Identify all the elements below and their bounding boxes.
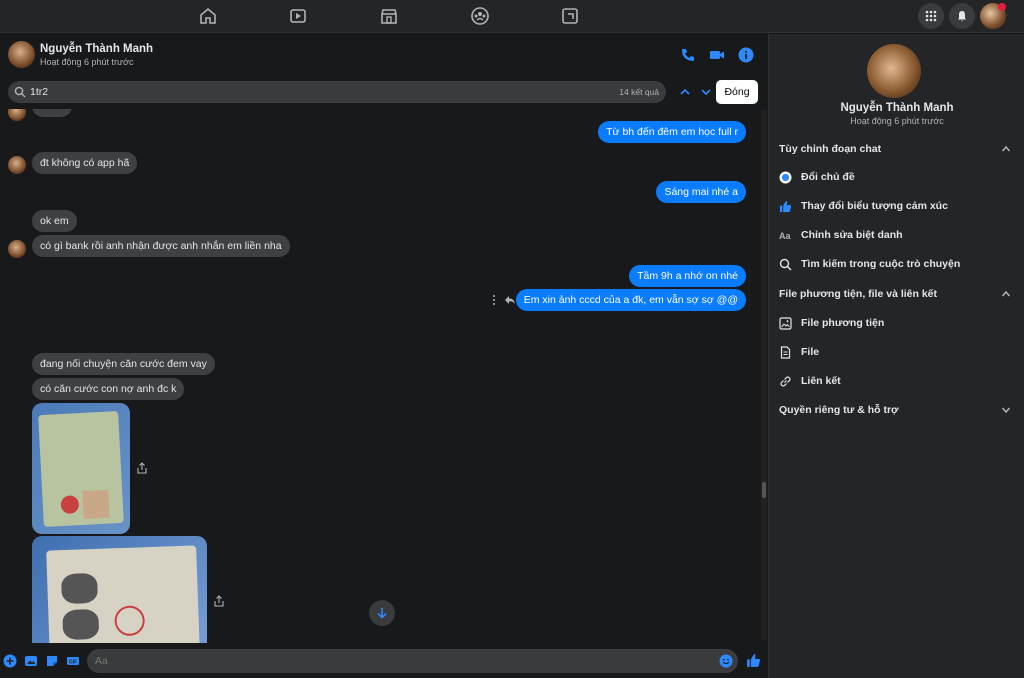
message-input-box[interactable]	[87, 649, 738, 673]
svg-text:GIF: GIF	[69, 660, 77, 666]
message-bubble-out[interactable]: Từ bh đến đêm em học full r	[598, 121, 746, 143]
section-media-files-links[interactable]: File phương tiện, file và liên kết	[779, 284, 1015, 304]
previous-result-icon[interactable]	[678, 85, 692, 99]
bell-icon	[958, 11, 966, 22]
message-bubble-in[interactable]: có căn cước con nợ anh đc k	[32, 378, 185, 400]
id-card-back-image	[46, 545, 200, 643]
gaming-icon[interactable]	[560, 6, 580, 26]
search-icon	[779, 258, 792, 271]
reply-icon[interactable]	[504, 294, 516, 306]
section-customize-chat[interactable]: Tùy chỉnh đoạn chat	[779, 139, 1015, 159]
info-icon[interactable]	[738, 47, 754, 63]
next-result-icon[interactable]	[699, 85, 713, 99]
message-bubble-out[interactable]: Tầm 9h a nhớ on nhé	[629, 265, 746, 287]
chevron-down-icon	[1001, 407, 1011, 414]
message-bubble-in[interactable]: có gì bank rồi anh nhận được anh nhắn em…	[32, 235, 290, 257]
panel-contact-avatar[interactable]	[867, 44, 921, 98]
change-emoji-item[interactable]: Thay đổi biểu tượng cảm xúc	[779, 195, 1015, 217]
panel-contact-name: Nguyễn Thành Manh	[840, 102, 954, 114]
section-label: File phương tiện, file và liên kết	[779, 288, 938, 300]
files-item[interactable]: File	[779, 341, 1015, 363]
section-label: Quyền riêng tư & hỗ trợ	[779, 404, 899, 416]
photo-attachment-id-back[interactable]	[32, 536, 207, 643]
thumbs-up-icon	[779, 200, 792, 213]
photo-icon[interactable]	[24, 654, 38, 668]
search-icon	[14, 86, 26, 98]
section-privacy-support[interactable]: Quyền riêng tư & hỗ trợ	[779, 400, 1015, 420]
chevron-up-icon	[1001, 290, 1011, 297]
search-input[interactable]	[30, 84, 590, 100]
groups-icon[interactable]	[470, 6, 490, 26]
close-search-button[interactable]: Đóng	[716, 80, 758, 104]
item-label: File	[801, 346, 820, 358]
message-bubble-out[interactable]: Em xin ảnh cccd của a đk, em vẫn sợ sợ @…	[515, 289, 746, 311]
edit-nickname-item[interactable]: Aa Chỉnh sửa biệt danh	[779, 224, 1015, 246]
scroll-to-bottom-button[interactable]	[369, 600, 395, 626]
item-label: Chỉnh sửa biệt danh	[801, 229, 903, 241]
message-avatar	[8, 109, 26, 121]
message-bubble-in[interactable]: ok em	[32, 210, 77, 232]
contact-avatar[interactable]	[8, 41, 35, 68]
section-label: Tùy chỉnh đoạn chat	[779, 143, 882, 155]
message-input[interactable]	[95, 653, 695, 669]
message-avatar	[8, 156, 26, 174]
change-theme-item[interactable]: Đổi chủ đề	[779, 166, 1015, 188]
add-icon[interactable]	[3, 654, 17, 668]
message-bubble-out[interactable]: Sáng mai nhé a	[656, 181, 746, 203]
like-icon[interactable]	[746, 653, 761, 668]
phone-icon[interactable]	[680, 47, 696, 63]
message-list: Từ bh đến đêm em học full r đt không có …	[0, 109, 760, 643]
search-bar: 14 kết quả Đóng	[0, 80, 768, 106]
item-label: Tìm kiếm trong cuộc trò chuyện	[801, 258, 961, 270]
sticker-icon[interactable]	[45, 654, 59, 668]
menu-grid-icon	[925, 10, 937, 22]
message-scrollbar[interactable]	[761, 110, 767, 640]
message-bubble-partial	[32, 109, 72, 117]
video-call-icon[interactable]	[709, 47, 725, 63]
link-icon	[780, 376, 791, 387]
marketplace-icon[interactable]	[379, 6, 399, 26]
contact-name[interactable]: Nguyễn Thành Manh	[40, 43, 153, 55]
notifications-button[interactable]	[949, 3, 975, 29]
links-item[interactable]: Liên kết	[779, 370, 1015, 392]
message-bubble-in[interactable]: đang nối chuyện căn cước đem vay	[32, 353, 215, 375]
item-label: File phương tiện	[801, 317, 885, 329]
conversation-info-panel: Nguyễn Thành Manh Hoạt động 6 phút trước…	[768, 34, 1024, 678]
text-aa-icon: Aa	[779, 231, 791, 241]
scrollbar-thumb[interactable]	[762, 482, 766, 498]
search-result-count: 14 kết quả	[619, 87, 659, 97]
theme-icon	[779, 171, 792, 184]
more-options-icon[interactable]	[490, 294, 498, 306]
search-box[interactable]: 14 kết quả	[8, 81, 666, 103]
id-card-image	[38, 410, 124, 528]
chat-area: Nguyễn Thành Manh Hoạt động 6 phút trước…	[0, 34, 768, 678]
contact-status: Hoạt động 6 phút trước	[40, 57, 134, 67]
item-label: Đổi chủ đề	[801, 171, 855, 183]
image-icon	[779, 317, 792, 330]
media-item[interactable]: File phương tiện	[779, 312, 1015, 334]
item-label: Thay đổi biểu tượng cảm xúc	[801, 200, 948, 212]
item-label: Liên kết	[801, 375, 841, 387]
message-bubble-in[interactable]: đt không có app hã	[32, 152, 138, 174]
file-icon	[780, 346, 791, 359]
emoji-icon[interactable]	[719, 654, 733, 668]
share-icon[interactable]	[136, 462, 148, 474]
top-navigation-bar	[0, 0, 1024, 33]
panel-contact-status: Hoạt động 6 phút trước	[850, 116, 944, 126]
gif-icon[interactable]: GIF	[66, 654, 80, 668]
menu-grid-button[interactable]	[918, 3, 944, 29]
home-icon[interactable]	[198, 6, 218, 26]
chat-header: Nguyễn Thành Manh Hoạt động 6 phút trước	[0, 34, 768, 76]
svg-text:Aa: Aa	[779, 231, 791, 241]
share-icon[interactable]	[213, 595, 225, 607]
watch-icon[interactable]	[288, 6, 308, 26]
chevron-up-icon	[1001, 145, 1011, 152]
message-composer: GIF	[0, 645, 768, 678]
arrow-down-icon	[377, 608, 387, 619]
message-avatar	[8, 240, 26, 258]
notification-badge	[998, 3, 1006, 11]
search-conversation-item[interactable]: Tìm kiếm trong cuộc trò chuyện	[779, 253, 1015, 275]
photo-attachment-id-front[interactable]	[32, 403, 130, 534]
